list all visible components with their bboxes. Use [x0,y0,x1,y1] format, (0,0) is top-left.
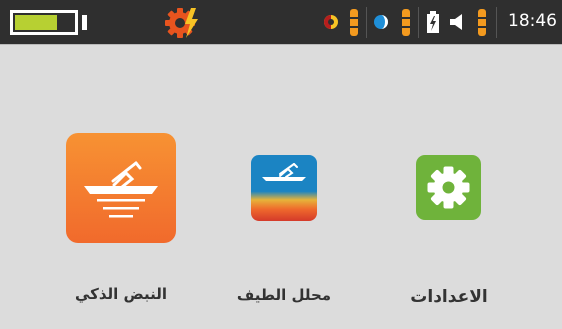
divider [366,7,367,38]
app-spectrum-analyzer[interactable] [251,155,317,221]
app-smart-pulse[interactable] [66,133,176,243]
divider [496,7,497,38]
volume-level-bar[interactable] [478,9,486,36]
status-bar: 18:46 [0,0,562,45]
app-smart-pulse-label[interactable]: النبض الذكي [58,285,184,303]
clock: 18:46 [508,11,557,31]
brightness-level-bar[interactable] [402,9,410,36]
battery-charge-icon [427,11,439,33]
battery-tip [82,15,87,30]
sensitivity-icon [324,15,338,29]
sensitivity-level-bar[interactable] [350,9,358,36]
volume-icon[interactable] [449,13,467,31]
battery-level-fill [15,15,57,30]
app-settings-label[interactable]: الاعدادات [396,287,502,307]
gear-bolt-icon[interactable] [163,5,203,41]
app-spectrum-analyzer-label[interactable]: محلل الطيف [224,286,344,304]
brightness-icon [374,15,388,29]
app-settings[interactable] [416,155,481,220]
battery-icon [10,10,78,35]
divider [418,7,419,38]
